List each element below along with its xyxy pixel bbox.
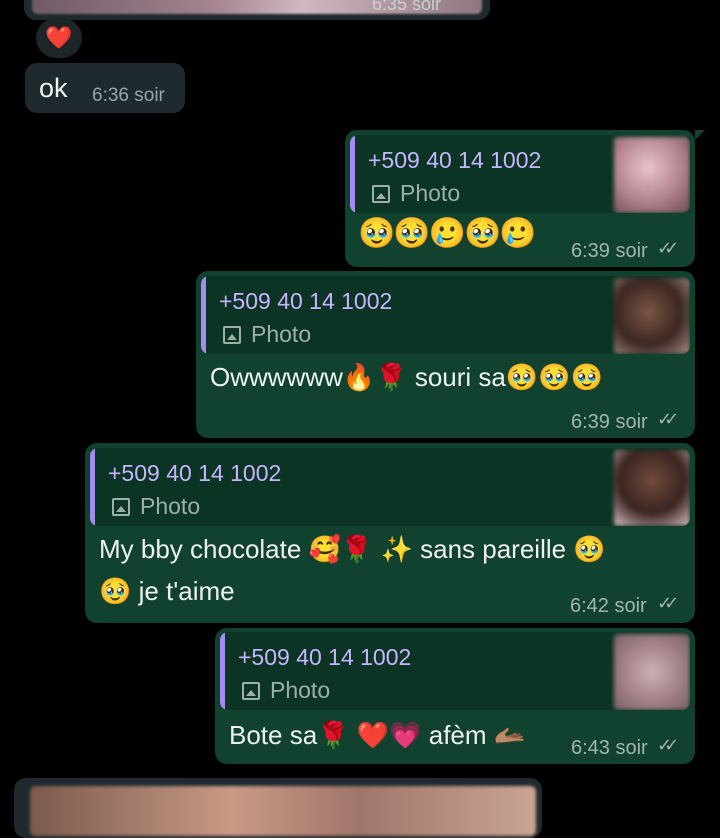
message-time: 6:42 soir: [570, 595, 647, 617]
outgoing-message[interactable]: +509 40 14 1002 Photo Owwwwww🔥🌹 souri sa…: [196, 271, 695, 438]
outgoing-message[interactable]: +509 40 14 1002 Photo 🥹🥹🥲🥹🥲 6:39 soir ✓✓: [345, 130, 695, 267]
incoming-message-text: ok: [39, 73, 68, 103]
message-text: 🥹🥹🥲🥹🥲: [358, 217, 537, 250]
read-receipt-icon: ✓✓: [657, 409, 679, 429]
quoted-reply[interactable]: +509 40 14 1002 Photo: [201, 276, 690, 354]
message-text: Bote sa🌹 ❤️💗 afèm 🫴🏽: [229, 720, 527, 750]
incoming-photo[interactable]: [30, 786, 536, 836]
image-icon: [112, 497, 130, 516]
image-icon: [223, 325, 241, 344]
quoted-photo-thumbnail: [614, 634, 690, 710]
quoted-photo-thumbnail: [614, 450, 690, 526]
message-time: 6:39 soir: [571, 411, 648, 433]
quoted-photo-label: Photo: [223, 321, 311, 348]
image-icon: [242, 681, 260, 700]
quoted-sender: +509 40 14 1002: [108, 460, 282, 486]
outgoing-message[interactable]: +509 40 14 1002 Photo My bby chocolate 🥰…: [85, 443, 695, 623]
quoted-photo-label: Photo: [372, 180, 460, 207]
read-receipt-icon: ✓✓: [657, 735, 679, 755]
message-time: 6:43 soir: [571, 737, 648, 759]
quote-accent-bar: [90, 448, 95, 526]
message-text-line-1: My bby chocolate 🥰🌹 ✨ sans pareille 🥹: [99, 534, 606, 564]
quoted-reply[interactable]: +509 40 14 1002 Photo: [90, 448, 690, 526]
quoted-photo-label: Photo: [242, 677, 330, 704]
quote-accent-bar: [201, 276, 206, 354]
quoted-photo-thumbnail: [614, 278, 690, 354]
message-time: 6:35 soir: [372, 0, 442, 14]
heart-reaction[interactable]: ❤️: [36, 18, 82, 58]
quoted-photo-thumbnail: [614, 137, 690, 213]
quoted-sender: +509 40 14 1002: [219, 288, 393, 314]
quoted-reply[interactable]: +509 40 14 1002 Photo: [220, 632, 690, 710]
quoted-sender: +509 40 14 1002: [368, 147, 542, 173]
quote-accent-bar: [220, 632, 225, 710]
incoming-message-time: 6:36 soir: [92, 85, 165, 106]
message-text: Owwwwww🔥🌹 souri sa🥹🥹🥹: [210, 362, 604, 392]
read-receipt-icon: ✓✓: [657, 238, 679, 258]
bubble-tail: [695, 130, 705, 140]
outgoing-message[interactable]: +509 40 14 1002 Photo Bote sa🌹 ❤️💗 afèm …: [215, 628, 695, 764]
message-text-line-2: 🥹 je t'aime: [99, 576, 235, 606]
quoted-sender: +509 40 14 1002: [238, 644, 412, 670]
quoted-photo-label: Photo: [112, 493, 200, 520]
read-receipt-icon: ✓✓: [657, 593, 679, 613]
image-icon: [372, 184, 390, 203]
message-time: 6:39 soir: [571, 240, 648, 262]
quoted-reply[interactable]: +509 40 14 1002 Photo: [350, 135, 690, 213]
quote-accent-bar: [350, 135, 355, 213]
